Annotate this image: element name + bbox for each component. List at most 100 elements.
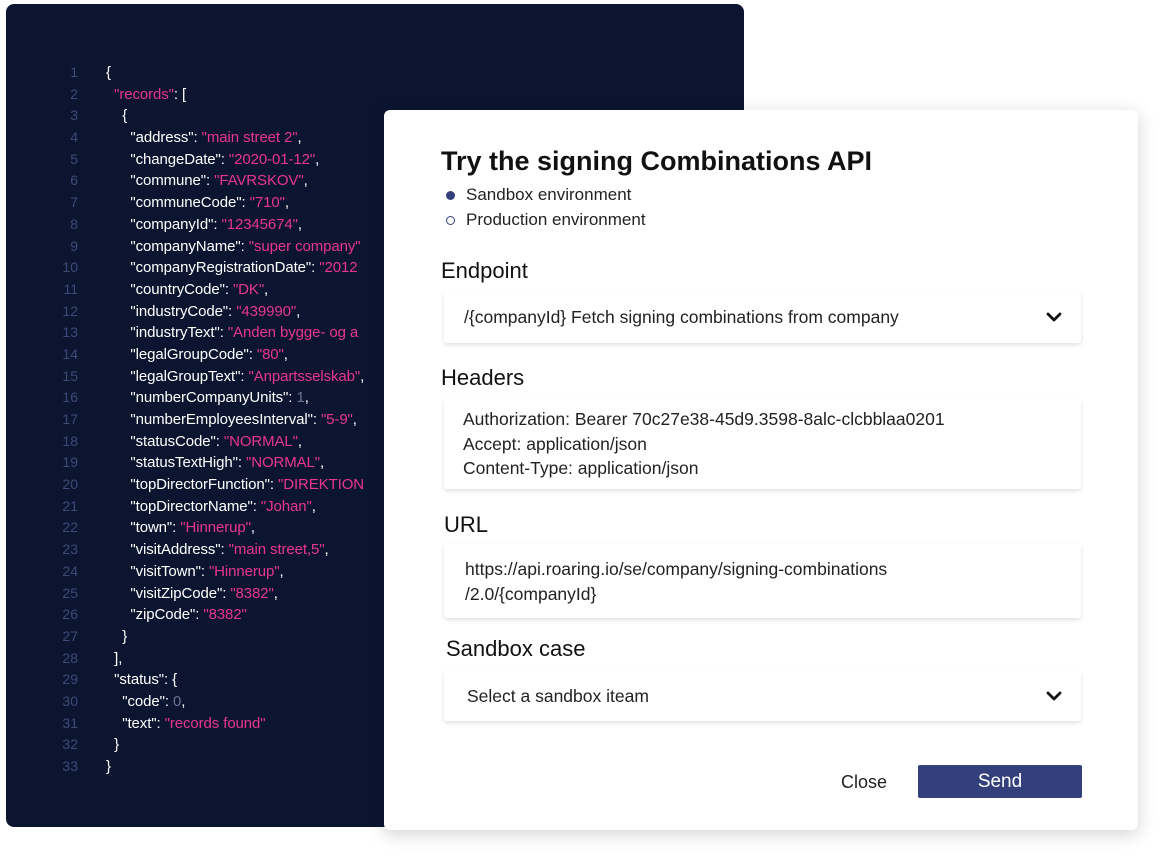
code-token: , (296, 302, 301, 320)
code-token: : { (164, 671, 178, 689)
line-number: 10 (62, 259, 78, 276)
sandbox-case-label: Sandbox case (446, 636, 586, 661)
endpoint-label: Endpoint (441, 258, 528, 283)
code-token: "439990" (236, 302, 297, 320)
header-line: Accept: application/json (463, 433, 647, 454)
line-number: 24 (62, 562, 78, 579)
radio-production-environment[interactable]: Production environment (446, 209, 646, 231)
radio-label: Sandbox environment (466, 185, 632, 204)
code-token: : (220, 541, 229, 559)
code-token: "8382" (203, 606, 247, 624)
line-number: 19 (62, 454, 78, 471)
close-button[interactable]: Close (824, 768, 904, 796)
line-number: 23 (62, 541, 78, 558)
code-token: "text" (106, 714, 157, 732)
code-token: "companyId" (106, 215, 214, 233)
code-token: ], (106, 649, 123, 667)
line-number: 15 (62, 367, 78, 384)
endpoint-value: /{companyId} Fetch signing combinations … (464, 306, 899, 327)
code-token: : (200, 562, 209, 580)
code-token: : (220, 150, 229, 168)
code-token: "main street,5" (228, 541, 325, 559)
code-token: "visitTown" (106, 562, 201, 580)
code-token: "8382" (230, 584, 274, 602)
code-token: "code" (106, 692, 165, 710)
code-token: : [ (173, 85, 187, 103)
code-token: } (106, 627, 128, 645)
code-token: { (106, 107, 128, 125)
send-button[interactable]: Send (918, 765, 1082, 798)
code-token: "countryCode" (106, 280, 225, 298)
header-line: Content-Type: application/json (463, 458, 699, 478)
code-token: , (283, 345, 288, 363)
code-token: "main street 2" (201, 129, 298, 147)
url-text: https://api.roaring.io/se/company/signin… (465, 557, 887, 606)
code-token: , (315, 150, 320, 168)
code-token: "changeDate" (106, 150, 221, 168)
code-token: 1 (296, 389, 305, 407)
code-token: , (279, 562, 284, 580)
headers-field[interactable]: Authorization: Bearer 70c27e38-45d9.3598… (444, 399, 1081, 489)
line-number: 21 (62, 497, 78, 514)
code-token: "industryCode" (106, 302, 229, 320)
code-token: , (264, 280, 269, 298)
line-number: 20 (62, 476, 78, 493)
code-token: "DIREKTION (278, 476, 364, 494)
code-token: : (237, 454, 246, 472)
code-token: "statusCode" (106, 432, 216, 450)
line-number: 5 (70, 150, 78, 167)
line-number: 6 (70, 172, 78, 189)
code-token: "statusTextHigh" (106, 454, 238, 472)
url-line: /2.0/{companyId} (465, 583, 597, 604)
code-token: , (303, 172, 308, 190)
code-token: "Anpartsselskab" (248, 367, 361, 385)
url-field[interactable]: https://api.roaring.io/se/company/signin… (444, 544, 1081, 618)
radio-sandbox-environment[interactable]: Sandbox environment (446, 184, 631, 206)
code-token: : (193, 129, 202, 147)
line-number: 4 (70, 129, 78, 146)
code-token: "legalGroupText" (106, 367, 241, 385)
headers-label: Headers (441, 365, 525, 390)
code-token: "town" (106, 519, 173, 537)
code-token: : (269, 476, 278, 494)
code-token: : (156, 714, 165, 732)
api-dialog: Try the signing Combinations API Sandbox… (384, 110, 1138, 830)
header-line: Authorization: Bearer 70c27e38-45d9.3598… (463, 409, 945, 429)
code-token: "visitZipCode" (106, 584, 223, 602)
line-number: 28 (62, 649, 78, 666)
code-token: "commune" (106, 172, 207, 190)
code-token: "Hinnerup" (180, 519, 251, 537)
radio-selected-icon (446, 190, 455, 200)
code-token: : (312, 411, 321, 428)
code-token: } (106, 758, 111, 775)
line-number: 30 (62, 692, 78, 709)
code-token: "address" (106, 129, 194, 147)
line-number: 8 (70, 215, 78, 232)
code-token: : (240, 367, 249, 385)
code-token: "companyName" (106, 237, 241, 255)
sandbox-case-select[interactable]: Select a sandbox iteam (444, 671, 1081, 721)
code-token: "NORMAL" (245, 454, 321, 472)
code-token: "companyRegistrationDate" (106, 259, 312, 277)
code-token: "records" (114, 85, 174, 103)
endpoint-select[interactable]: /{companyId} Fetch signing combinations … (444, 291, 1081, 343)
code-token: "super company" (248, 237, 361, 255)
line-number: 14 (62, 345, 78, 362)
line-number: 16 (62, 389, 78, 406)
code-token: , (273, 584, 278, 602)
code-token: "industryText" (106, 324, 220, 342)
code-token: "topDirectorFunction" (106, 476, 270, 494)
code-token: "numberCompanyUnits" (106, 389, 289, 407)
code-token: , (320, 454, 325, 472)
line-number: 11 (63, 280, 78, 297)
code-token: "80" (256, 345, 284, 363)
code-token: , (311, 497, 316, 515)
code-token: , (250, 519, 255, 537)
code-token: "legalGroupCode" (106, 345, 249, 363)
code-token: "710" (249, 194, 285, 212)
code-token: 0 (173, 692, 182, 710)
code-token: "5-9" (320, 411, 353, 428)
code-token: , (297, 129, 302, 147)
code-token: "zipCode" (106, 606, 196, 624)
